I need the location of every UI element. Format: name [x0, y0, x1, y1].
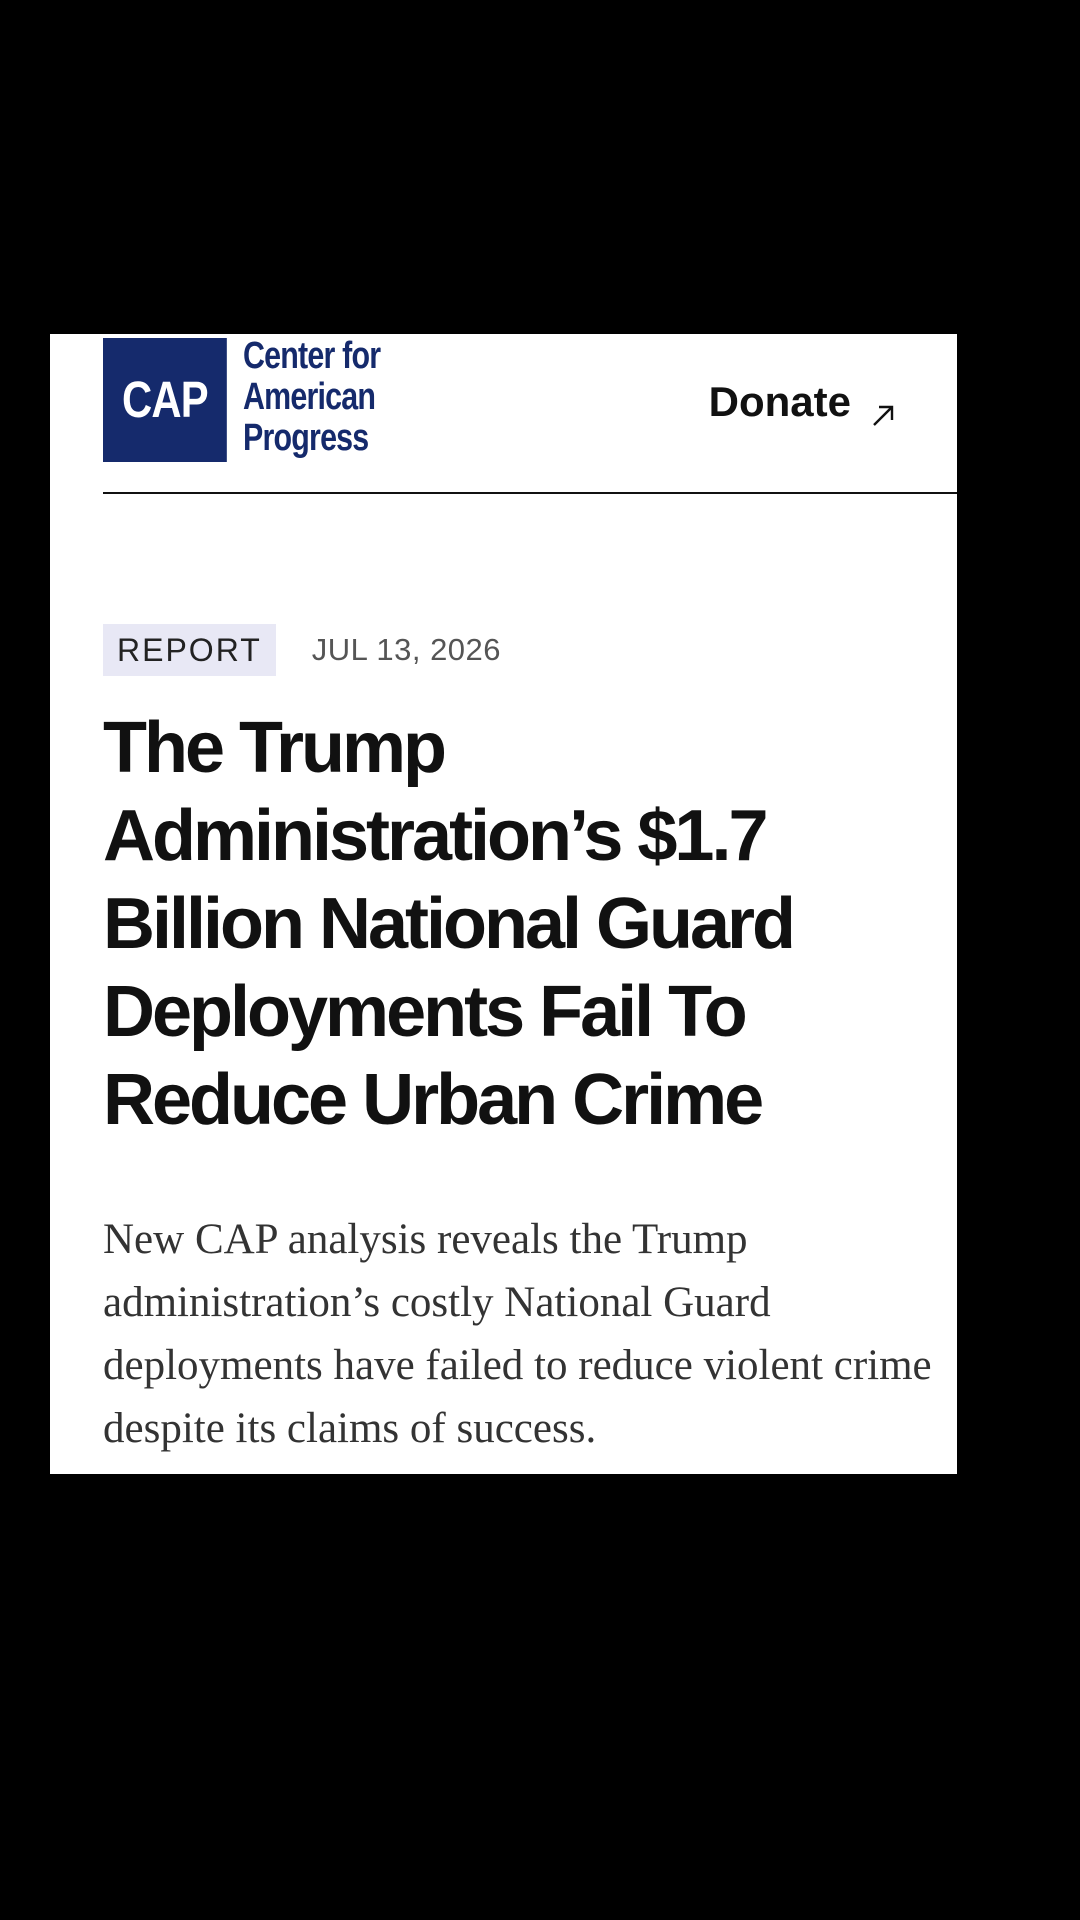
article-card: CAP Center for American Progress Donate …	[50, 334, 957, 1474]
article-title[interactable]: The Trump Administration’s $1.7 Billion …	[103, 704, 933, 1144]
logo-mark: CAP	[103, 338, 227, 462]
article-meta: REPORT JUL 13, 2026	[103, 624, 501, 676]
publish-date: JUL 13, 2026	[311, 632, 502, 667]
site-header: CAP Center for American Progress Donate	[103, 334, 957, 494]
logo-wordmark: Center for American Progress	[243, 335, 381, 459]
arrow-up-right-icon	[871, 390, 895, 426]
donate-button[interactable]: Donate	[709, 378, 895, 426]
article-summary: New CAP analysis reveals the Trump admin…	[103, 1216, 932, 1452]
donate-label: Donate	[708, 378, 851, 425]
logo-word-line-1: Center for	[243, 335, 381, 377]
category-badge[interactable]: REPORT	[103, 624, 276, 676]
logo-word-line-3: Progress	[243, 417, 369, 459]
logo-word-line-2: American	[243, 376, 376, 418]
